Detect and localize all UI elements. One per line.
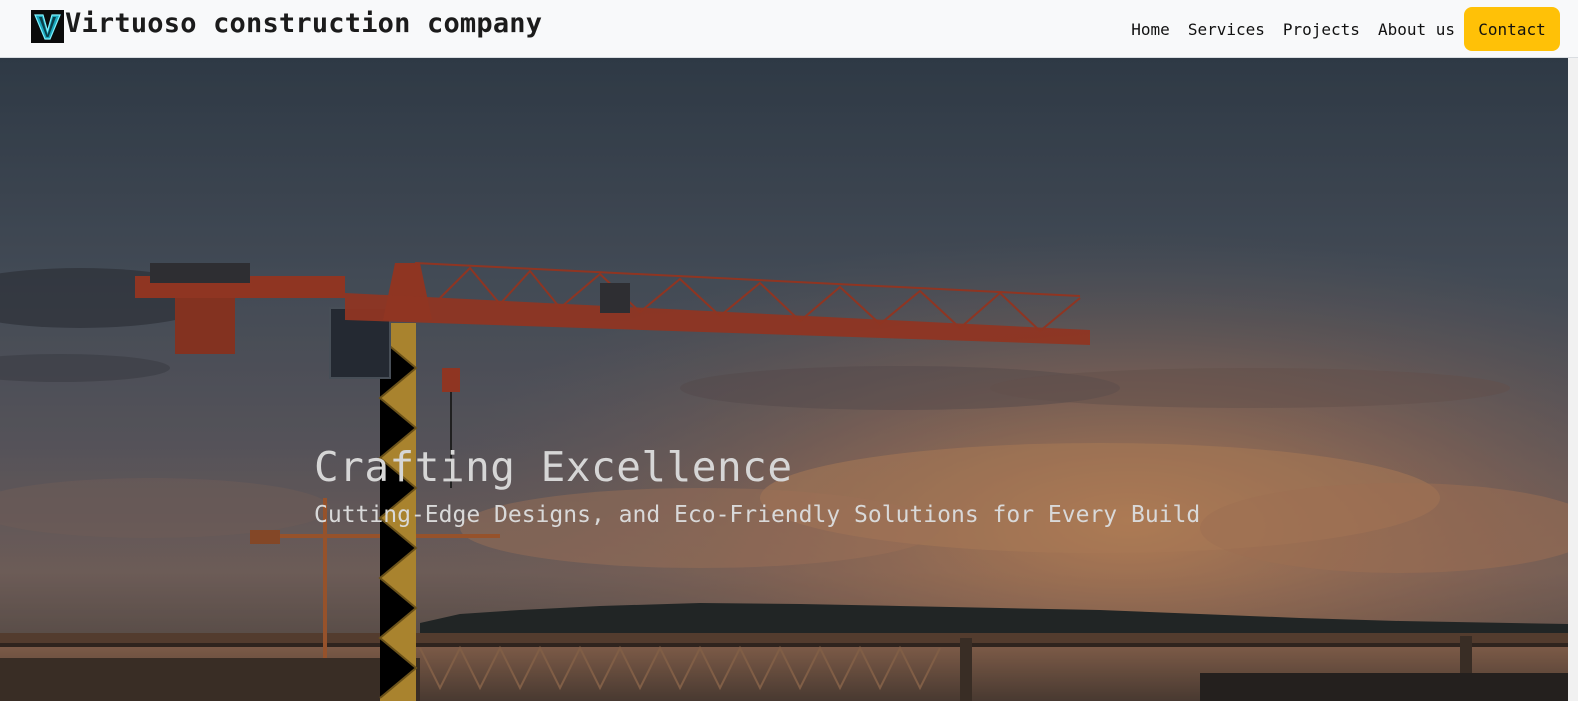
nav-link-about[interactable]: About us xyxy=(1378,20,1455,39)
brand-link[interactable]: Virtuoso construction company xyxy=(31,10,542,43)
brand-title: Virtuoso construction company xyxy=(65,8,543,39)
v-letter-logo-icon xyxy=(31,10,64,43)
nav-link-home[interactable]: Home xyxy=(1131,20,1170,39)
hero-subtitle: Cutting-Edge Designs, and Eco-Friendly S… xyxy=(314,502,1201,528)
hero-section: Crafting Excellence Cutting-Edge Designs… xyxy=(0,58,1568,701)
contact-button[interactable]: Contact xyxy=(1464,7,1560,51)
nav-link-services[interactable]: Services xyxy=(1188,20,1265,39)
navbar: Virtuoso construction company Home Servi… xyxy=(0,0,1578,58)
hero-dark-overlay xyxy=(0,58,1568,701)
nav-menu: Home Services Projects About us Contact xyxy=(1131,0,1578,58)
hero-title: Crafting Excellence xyxy=(314,443,793,491)
nav-link-projects[interactable]: Projects xyxy=(1283,20,1360,39)
page-scrollbar[interactable] xyxy=(1568,58,1578,701)
